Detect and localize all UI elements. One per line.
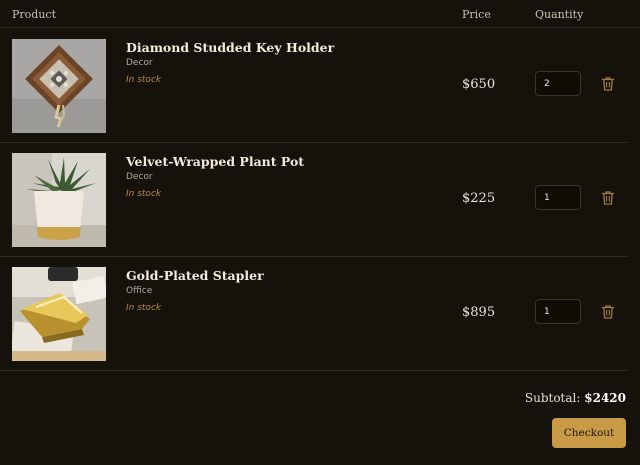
quantity-input[interactable] xyxy=(535,71,581,96)
remove-item-button[interactable] xyxy=(600,304,616,320)
product-image[interactable] xyxy=(12,267,106,361)
product-image[interactable] xyxy=(12,153,106,247)
product-image[interactable] xyxy=(12,39,106,133)
stock-status: In stock xyxy=(126,303,162,313)
cart-item-row: Diamond Studded Key Holder Decor In stoc… xyxy=(0,29,628,143)
cart-item-row: Velvet-Wrapped Plant Pot Decor In stock … xyxy=(0,143,628,257)
plant-pot-photo-icon xyxy=(12,153,106,247)
product-category: Office xyxy=(126,286,153,296)
product-price: $895 xyxy=(462,305,496,320)
product-name[interactable]: Diamond Studded Key Holder xyxy=(126,40,334,55)
subtotal-label: Subtotal: xyxy=(524,391,581,405)
checkout-button[interactable]: Checkout xyxy=(552,418,626,448)
subtotal-value: $2420 xyxy=(584,391,626,405)
stock-status: In stock xyxy=(126,189,162,199)
product-column-header: Product xyxy=(12,8,56,21)
product-name[interactable]: Velvet-Wrapped Plant Pot xyxy=(126,154,304,169)
subtotal: Subtotal: $2420 xyxy=(525,391,626,405)
trash-icon xyxy=(601,77,615,91)
stock-status: In stock xyxy=(126,75,162,85)
remove-item-button[interactable] xyxy=(600,190,616,206)
trash-icon xyxy=(601,305,615,319)
product-name[interactable]: Gold-Plated Stapler xyxy=(126,268,264,283)
product-price: $225 xyxy=(462,191,496,206)
key-holder-photo-icon xyxy=(12,39,106,133)
product-price: $650 xyxy=(462,77,496,92)
quantity-column-header: Quantity xyxy=(535,8,584,21)
quantity-input[interactable] xyxy=(535,185,581,210)
stapler-photo-icon xyxy=(12,267,106,361)
quantity-input[interactable] xyxy=(535,299,581,324)
product-category: Decor xyxy=(126,58,153,68)
cart-table-header: Product Price Quantity xyxy=(0,0,640,28)
remove-item-button[interactable] xyxy=(600,76,616,92)
product-category: Decor xyxy=(126,172,153,182)
price-column-header: Price xyxy=(462,8,491,21)
trash-icon xyxy=(601,191,615,205)
cart-item-row: Gold-Plated Stapler Office In stock $895 xyxy=(0,257,628,371)
